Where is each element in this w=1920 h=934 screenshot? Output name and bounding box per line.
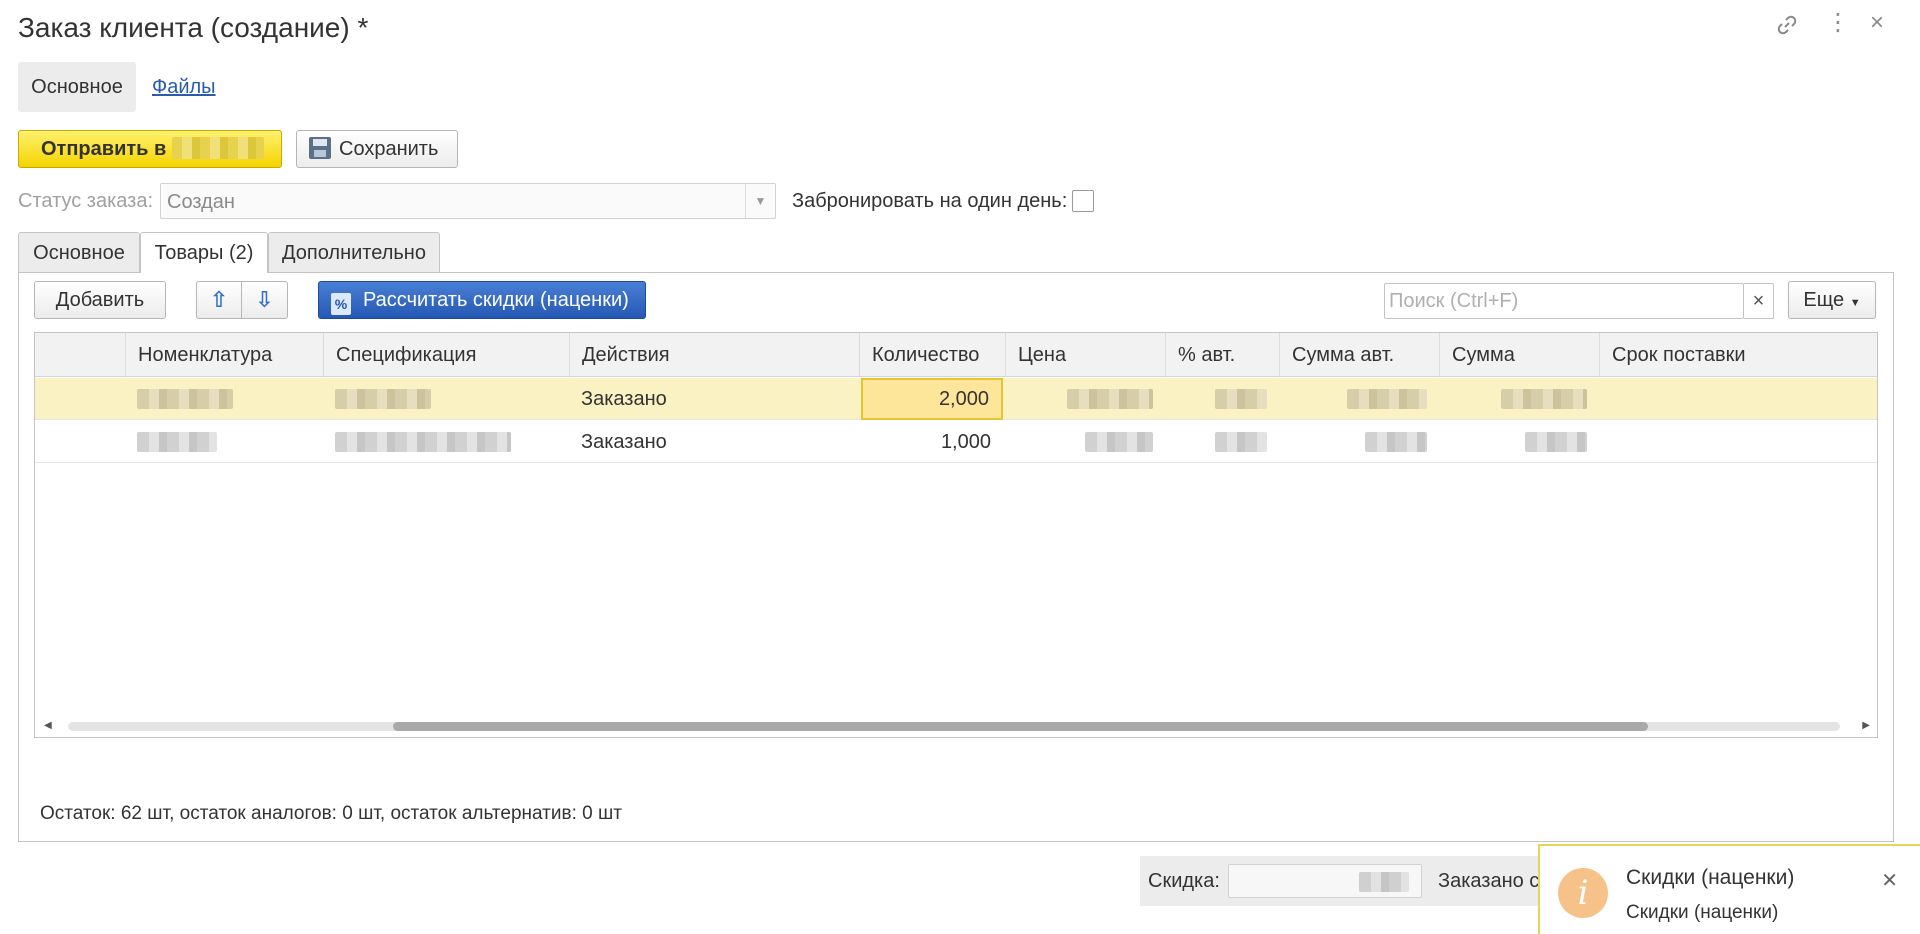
more-button-label: Еще <box>1803 289 1845 311</box>
chevron-down-icon[interactable]: ▼ <box>745 184 775 218</box>
scrollbar-thumb[interactable] <box>393 722 1648 731</box>
add-button[interactable]: Добавить <box>34 281 166 319</box>
table-row[interactable]: Заказано 1,000 <box>35 421 1877 463</box>
table-header: Номенклатура Спецификация Действия Колич… <box>35 333 1877 377</box>
column-header[interactable]: Сумма авт. <box>1279 333 1439 377</box>
stock-info: Остаток: 62 шт, остаток аналогов: 0 шт, … <box>40 803 622 824</box>
send-button[interactable]: Отправить в <box>18 130 282 168</box>
auto-percent-cell[interactable] <box>1165 421 1279 463</box>
redacted-text <box>1085 432 1153 452</box>
column-header[interactable]: Количество <box>859 333 1005 377</box>
calculate-discounts-label: Рассчитать скидки (наценки) <box>363 289 629 311</box>
reserve-label: Забронировать на один день: <box>792 190 1068 212</box>
horizontal-scrollbar[interactable]: ◀ ▶ <box>44 718 1870 734</box>
nomenclature-cell[interactable] <box>125 421 323 463</box>
ordered-label: Заказано с <box>1438 870 1540 892</box>
tab-extra[interactable]: Дополнительно <box>268 232 440 272</box>
more-vertical-icon[interactable]: ⋮ <box>1826 11 1850 35</box>
caret-down-icon: ▼ <box>1849 297 1861 309</box>
column-header-row-number[interactable] <box>35 333 125 377</box>
redacted-text <box>1501 389 1587 409</box>
status-label: Статус заказа: <box>18 190 154 212</box>
move-up-button[interactable]: ⇧ <box>196 281 242 319</box>
column-header[interactable]: Номенклатура <box>125 333 323 377</box>
tab-main[interactable]: Основное <box>18 232 140 272</box>
form-tab-main[interactable]: Основное <box>18 62 136 112</box>
status-value: Создан <box>167 191 235 213</box>
redacted-text <box>335 389 431 409</box>
scroll-right-icon[interactable]: ▶ <box>1862 718 1870 734</box>
scrollbar-track[interactable] <box>68 722 1840 731</box>
floppy-disk-icon <box>309 137 331 159</box>
save-button-label: Сохранить <box>339 138 439 160</box>
auto-sum-cell[interactable] <box>1279 378 1439 420</box>
tab-goods[interactable]: Товары (2) <box>140 232 268 273</box>
sum-cell[interactable] <box>1439 421 1599 463</box>
price-cell[interactable] <box>1005 421 1165 463</box>
page-title: Заказ клиента (создание) * <box>18 12 369 43</box>
column-header[interactable]: % авт. <box>1165 333 1279 377</box>
redacted-text <box>1359 872 1409 892</box>
discount-field <box>1228 864 1422 898</box>
redacted-text <box>1365 432 1427 452</box>
price-cell[interactable] <box>1005 378 1165 420</box>
move-down-button[interactable]: ⇩ <box>242 281 288 319</box>
table-row[interactable]: Заказано 2,000 <box>35 378 1877 420</box>
more-button[interactable]: Еще ▼ <box>1788 281 1876 319</box>
clear-search-icon[interactable]: × <box>1744 283 1774 319</box>
discount-label: Скидка: <box>1148 870 1220 892</box>
specification-cell[interactable] <box>323 378 569 420</box>
action-cell[interactable]: Заказано <box>569 378 859 420</box>
redacted-text <box>335 432 511 452</box>
redacted-text <box>172 137 265 159</box>
auto-sum-cell[interactable] <box>1279 421 1439 463</box>
redacted-text <box>137 389 233 409</box>
nomenclature-cell[interactable] <box>125 378 323 420</box>
notification-popup[interactable]: i Скидки (наценки) Скидки (наценки) ✕ <box>1538 844 1920 934</box>
scroll-left-icon[interactable]: ◀ <box>44 718 52 734</box>
redacted-text <box>1067 389 1153 409</box>
column-header[interactable]: Сумма <box>1439 333 1599 377</box>
delivery-date-cell[interactable] <box>1599 378 1877 420</box>
link-icon[interactable] <box>1776 14 1798 40</box>
close-icon[interactable]: × <box>1870 11 1884 35</box>
arrow-down-icon: ⇩ <box>255 287 274 312</box>
redacted-text <box>137 432 217 452</box>
send-button-label: Отправить в <box>41 138 167 160</box>
quantity-cell[interactable]: 1,000 <box>861 421 1003 463</box>
action-cell[interactable]: Заказано <box>569 421 859 463</box>
save-button[interactable]: Сохранить <box>296 130 458 168</box>
notification-title[interactable]: Скидки (наценки) <box>1626 866 1794 890</box>
calculate-discounts-button[interactable]: % Рассчитать скидки (наценки) <box>318 281 646 319</box>
column-header[interactable]: Действия <box>569 333 859 377</box>
arrow-up-icon: ⇧ <box>209 287 229 312</box>
reserve-checkbox[interactable] <box>1072 190 1094 212</box>
column-header[interactable]: Срок поставки <box>1599 333 1877 377</box>
goods-table: Номенклатура Спецификация Действия Колич… <box>34 332 1878 738</box>
notification-text[interactable]: Скидки (наценки) <box>1626 902 1778 924</box>
auto-percent-cell[interactable] <box>1165 378 1279 420</box>
redacted-text <box>1215 432 1267 452</box>
redacted-text <box>1347 389 1427 409</box>
info-icon: i <box>1558 868 1608 918</box>
redacted-text <box>1525 432 1587 452</box>
close-notification-icon[interactable]: ✕ <box>1881 868 1898 893</box>
search-input[interactable] <box>1384 283 1744 319</box>
sum-cell[interactable] <box>1439 378 1599 420</box>
redacted-text <box>1215 389 1267 409</box>
column-header[interactable]: Спецификация <box>323 333 569 377</box>
delivery-date-cell[interactable] <box>1599 421 1877 463</box>
percent-icon: % <box>331 293 351 315</box>
column-header[interactable]: Цена <box>1005 333 1165 377</box>
quantity-cell[interactable]: 2,000 <box>861 378 1003 420</box>
form-tab-files[interactable]: Файлы <box>152 62 216 112</box>
specification-cell[interactable] <box>323 421 569 463</box>
status-select[interactable]: Создан ▼ <box>160 183 776 219</box>
